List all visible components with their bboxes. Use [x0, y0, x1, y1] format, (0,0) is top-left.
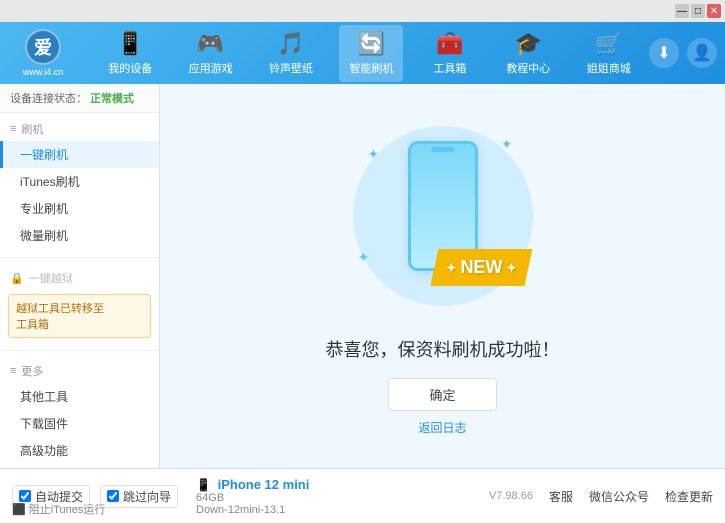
sidebar-more-header: ≡ 更多: [0, 359, 159, 383]
nav-tools[interactable]: 🧰 工具箱: [420, 25, 480, 82]
my-device-label: 我的设备: [108, 60, 152, 76]
wechat-link[interactable]: 微信公众号: [589, 488, 649, 505]
sidebar-section-jailbreak: 🔒 一键越狱 越狱工具已转移至 工具箱: [0, 262, 159, 346]
sparkle-bl: ✦: [358, 249, 370, 266]
tools-label: 工具箱: [433, 60, 466, 76]
nav-store[interactable]: 🛒 姐姐商城: [577, 25, 641, 82]
warning-line1: 越狱工具已转移至: [16, 300, 143, 316]
logo-url: www.i4.cn: [23, 67, 64, 77]
title-bar: — □ ✕: [0, 0, 725, 22]
ringtones-label: 铃声壁纸: [269, 60, 313, 76]
lock-icon: 🔒: [10, 272, 24, 285]
status-label: 设备连接状态：: [10, 93, 87, 105]
main-content: ✦ ✦ ✦ ✦ NEW ✦ 恭喜您，保资料刷机成功啦！: [160, 84, 725, 468]
nav-smart-flash[interactable]: 🔄 智能刷机: [339, 25, 403, 82]
minimize-button[interactable]: —: [675, 4, 689, 18]
nav-apps-games[interactable]: 🎮 应用游戏: [179, 25, 243, 82]
logo-icon: 爱: [25, 29, 61, 65]
tutorial-icon: 🎓: [515, 31, 542, 57]
sidebar-item-itunes-flash[interactable]: iTunes刷机: [0, 168, 159, 195]
flash-section-icon: ≡: [10, 123, 16, 135]
sidebar-jailbreak-header: 🔒 一键越狱: [0, 266, 159, 290]
bottom-wrap: 自动提交 跳过向导 📱 iPhone 12 mini 64GB Down-12m…: [0, 468, 725, 523]
success-message: 恭喜您，保资料刷机成功啦！: [326, 336, 560, 362]
store-label: 姐姐商城: [587, 60, 631, 76]
version-text: V7.98.66: [489, 490, 533, 502]
check-update-link[interactable]: 检查更新: [665, 488, 713, 505]
skip-wizard-label: 跳过向导: [123, 488, 171, 505]
new-ribbon: ✦ NEW ✦: [430, 249, 532, 286]
download-nav-button[interactable]: ⬇: [649, 38, 679, 68]
nav-ringtones[interactable]: 🎵 铃声壁纸: [259, 25, 323, 82]
sidebar-divider-1: [0, 257, 159, 258]
skip-wizard-checkbox[interactable]: [107, 490, 119, 502]
sidebar-item-pro-flash[interactable]: 专业刷机: [0, 195, 159, 222]
window-controls: — □ ✕: [675, 4, 721, 18]
sidebar-item-other-tools[interactable]: 其他工具: [0, 383, 159, 410]
warning-line2: 工具箱: [16, 316, 143, 332]
phone-notch: [431, 147, 455, 152]
logo-area: 爱 www.i4.cn: [8, 29, 78, 77]
skip-wizard-group: 跳过向导: [100, 485, 178, 508]
flash-section-label: 刷机: [21, 121, 43, 137]
sparkle-tl: ✦: [368, 146, 380, 163]
nav-my-device[interactable]: 📱 我的设备: [98, 25, 162, 82]
store-icon: 🛒: [595, 31, 622, 57]
sidebar-divider-2: [0, 350, 159, 351]
ringtones-icon: 🎵: [277, 31, 304, 57]
jailbreak-section-label: 一键越狱: [29, 270, 73, 286]
status-bar: 设备连接状态： 正常模式: [0, 84, 159, 113]
close-button[interactable]: ✕: [707, 4, 721, 18]
nav-right: ⬇ 👤: [649, 38, 717, 68]
stop-icon: ⬛: [12, 504, 26, 516]
nav-tutorial[interactable]: 🎓 教程中心: [496, 25, 560, 82]
sidebar-flash-header: ≡ 刷机: [0, 117, 159, 141]
sidebar-section-flash: ≡ 刷机 一键刷机 iTunes刷机 专业刷机 微量刷机: [0, 113, 159, 253]
smart-flash-icon: 🔄: [358, 31, 385, 57]
new-badge: ✦ NEW ✦: [430, 249, 532, 286]
device-capacity: 64GB: [196, 492, 309, 504]
more-section-icon: ≡: [10, 365, 16, 377]
support-link[interactable]: 客服: [549, 488, 573, 505]
content-area: 设备连接状态： 正常模式 ≡ 刷机 一键刷机 iTunes刷机 专业刷机: [0, 84, 725, 468]
status-value: 正常模式: [90, 93, 134, 105]
sidebar-section-more: ≡ 更多 其他工具 下载固件 高级功能: [0, 355, 159, 468]
new-text: NEW: [460, 257, 502, 278]
device-phone-icon: 📱: [196, 478, 211, 492]
device-info: 📱 iPhone 12 mini 64GB Down-12mini-13.1: [196, 477, 309, 516]
sidebar-item-save-flash[interactable]: 微量刷机: [0, 222, 159, 249]
my-device-icon: 📱: [117, 31, 144, 57]
app-container: 爱 www.i4.cn 📱 我的设备 🎮 应用游戏 🎵 铃声壁纸 🔄 智能刷机 …: [0, 22, 725, 523]
sidebar-jailbreak-warning: 越狱工具已转移至 工具箱: [8, 294, 151, 338]
bottom-right: V7.98.66 客服 微信公众号 检查更新: [489, 488, 713, 505]
device-model: Down-12mini-13.1: [196, 504, 309, 516]
tutorial-label: 教程中心: [506, 60, 550, 76]
confirm-button[interactable]: 确定: [388, 378, 496, 411]
user-nav-button[interactable]: 👤: [687, 38, 717, 68]
itunes-status: ⬛ 阻止iTunes运行: [12, 501, 105, 517]
apps-games-icon: 🎮: [197, 31, 224, 57]
phone-illustration: ✦ ✦ ✦ ✦ NEW ✦: [343, 116, 543, 316]
sidebar-item-one-click-flash[interactable]: 一键刷机: [0, 141, 159, 168]
sidebar-item-advanced[interactable]: 高级功能: [0, 437, 159, 464]
smart-flash-label: 智能刷机: [349, 60, 393, 76]
top-nav: 爱 www.i4.cn 📱 我的设备 🎮 应用游戏 🎵 铃声壁纸 🔄 智能刷机 …: [0, 22, 725, 84]
back-link[interactable]: 返回日志: [418, 419, 466, 436]
sidebar: 设备连接状态： 正常模式 ≡ 刷机 一键刷机 iTunes刷机 专业刷机: [0, 84, 160, 468]
device-name: 📱 iPhone 12 mini: [196, 477, 309, 492]
tools-icon: 🧰: [436, 31, 463, 57]
sidebar-item-download-fw[interactable]: 下载固件: [0, 410, 159, 437]
sparkle-tr: ✦: [501, 136, 513, 153]
apps-games-label: 应用游戏: [189, 60, 233, 76]
maximize-button[interactable]: □: [691, 4, 705, 18]
nav-items: 📱 我的设备 🎮 应用游戏 🎵 铃声壁纸 🔄 智能刷机 🧰 工具箱 🎓: [90, 25, 649, 82]
more-section-label: 更多: [21, 363, 43, 379]
bottom-bar: 自动提交 跳过向导 📱 iPhone 12 mini 64GB Down-12m…: [0, 468, 725, 523]
